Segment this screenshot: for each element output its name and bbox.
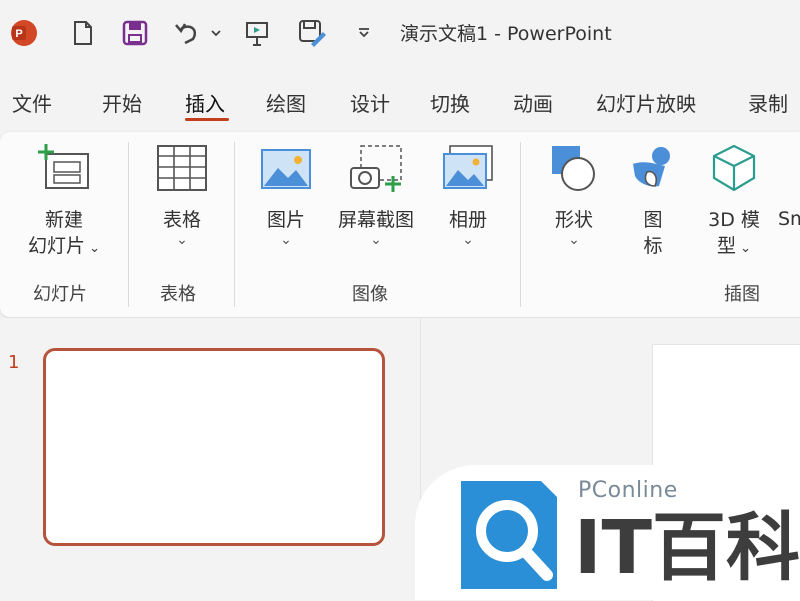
icons-label-1: 图 [643, 209, 663, 231]
icons-label-2: 标 [643, 235, 663, 257]
present-icon[interactable] [240, 16, 274, 50]
table-button[interactable]: 表格 ⌄ [140, 142, 224, 247]
tab-transitions[interactable]: 切换 [430, 88, 470, 117]
tab-animations[interactable]: 动画 [513, 88, 553, 117]
table-icon [140, 142, 224, 201]
chevron-down-icon: ⌄ [568, 232, 580, 248]
picture-label: 图片 [266, 209, 305, 231]
save-as-icon[interactable] [294, 16, 330, 50]
picture-button[interactable]: 图片 ⌄ [246, 142, 326, 247]
tab-file[interactable]: 文件 [12, 88, 52, 117]
active-tab-indicator [185, 118, 229, 121]
customize-icon[interactable] [352, 16, 376, 50]
new-slide-button[interactable]: 新建 幻灯片 ⌄ [14, 142, 114, 262]
group-divider [128, 142, 129, 307]
window-title: 演示文稿1 - PowerPoint [400, 23, 612, 45]
save-icon[interactable] [118, 16, 152, 50]
undo-icon[interactable] [170, 16, 204, 50]
new-slide-label-2: 幻灯片 [27, 235, 85, 257]
group-label-images: 图像 [352, 284, 388, 305]
icons-icon [618, 142, 688, 201]
watermark-text: IT百科 [574, 505, 800, 591]
tab-record[interactable]: 录制 [748, 88, 788, 117]
screenshot-icon [328, 142, 424, 201]
group-divider [234, 142, 235, 307]
title-bar: P 演示文稿1 - PowerPoint [0, 0, 800, 68]
icons-button[interactable]: 图 标 [618, 142, 688, 259]
powerpoint-logo-icon: P [6, 16, 42, 50]
tab-draw[interactable]: 绘图 [266, 88, 306, 117]
smartart-button[interactable]: Sm [778, 142, 800, 232]
group-divider [520, 142, 521, 307]
table-label: 表格 [162, 209, 201, 231]
chevron-down-icon: ⌄ [280, 232, 292, 248]
3d-model-label-2: 型 [716, 235, 736, 257]
dropdown-icon[interactable] [206, 16, 226, 50]
smartart-icon [778, 142, 800, 200]
shapes-button[interactable]: 形状 ⌄ [536, 142, 612, 247]
group-label-tables: 表格 [160, 284, 196, 305]
photo-album-label: 相册 [448, 209, 487, 231]
new-slide-icon [14, 142, 114, 201]
photo-album-button[interactable]: 相册 ⌄ [430, 142, 506, 247]
slide-number: 1 [8, 352, 20, 373]
new-slide-label-1: 新建 [44, 209, 83, 231]
group-label-illustrations: 插图 [724, 284, 760, 305]
ribbon-tabs: 文件 开始 插入 绘图 设计 切换 动画 幻灯片放映 录制 [0, 82, 800, 126]
chevron-down-icon: ⌄ [176, 232, 188, 248]
shapes-icon [536, 142, 612, 201]
screenshot-label: 屏幕截图 [337, 209, 414, 231]
photo-album-icon [430, 142, 506, 201]
screenshot-button[interactable]: 屏幕截图 ⌄ [328, 142, 424, 247]
picture-icon [246, 142, 326, 201]
tab-design[interactable]: 设计 [350, 88, 390, 117]
chevron-down-icon: ⌄ [370, 232, 382, 248]
smartart-label: Sm [778, 208, 800, 230]
watermark-logo-icon [461, 481, 557, 589]
3d-cube-icon [696, 142, 772, 201]
3d-model-label-1: 3D 模 [708, 209, 760, 231]
shapes-label: 形状 [554, 209, 593, 231]
3d-model-button[interactable]: 3D 模 型 ⌄ [696, 142, 772, 262]
chevron-down-icon: ⌄ [462, 232, 474, 248]
tab-home[interactable]: 开始 [102, 88, 142, 117]
tab-insert[interactable]: 插入 [185, 88, 225, 117]
tab-slideshow[interactable]: 幻灯片放映 [596, 88, 696, 117]
svg-text:P: P [15, 28, 22, 40]
group-label-slides: 幻灯片 [33, 284, 87, 305]
ribbon-insert: 新建 幻灯片 ⌄ 幻灯片 表格 ⌄ 表格 图片 ⌄ 屏幕截图 ⌄ 相册 ⌄ 图像 [0, 132, 800, 317]
new-file-icon[interactable] [68, 16, 98, 50]
slide-thumbnail[interactable] [43, 348, 385, 546]
